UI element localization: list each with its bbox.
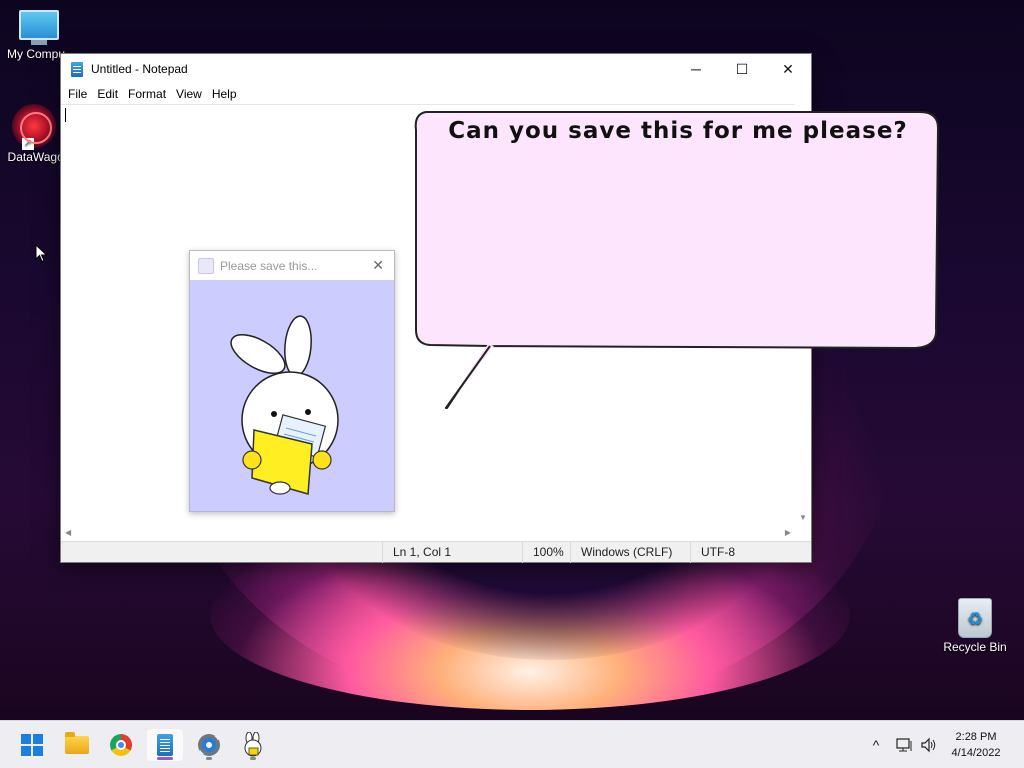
running-indicator [250,757,256,760]
monitor-stand [31,40,47,45]
menu-edit[interactable]: Edit [92,87,123,101]
taskbar: ^ 2:28 PM 4/14/2022 [0,720,1024,768]
close-button[interactable]: ✕ [765,54,811,84]
popup-title-bar[interactable]: Please save this... ✕ [190,251,394,280]
shortcut-arrow-icon: ↗ [22,138,34,150]
mouse-cursor-icon [35,244,48,263]
system-tray: ^ [866,721,938,768]
datawagon-icon: ↗ [12,104,56,150]
scroll-left-icon[interactable]: ◀ [65,528,71,537]
start-button[interactable] [14,729,50,761]
speech-bubble-text: Can you save this for me please? [448,118,908,144]
desktop-icon-recycle-bin[interactable]: ♻ Recycle Bin [935,598,1015,654]
minimize-button[interactable]: ─ [673,54,719,84]
text-caret [65,108,66,122]
taskbar-clock[interactable]: 2:28 PM 4/14/2022 [940,729,1012,761]
file-explorer-icon [65,732,89,754]
popup-body [190,280,394,511]
menu-format[interactable]: Format [123,87,171,101]
active-indicator [157,757,173,760]
settings-icon [198,734,220,756]
taskbar-file-explorer[interactable] [59,729,95,761]
taskbar-bunny-app[interactable] [235,729,271,761]
running-indicator [206,757,212,760]
notepad-icon [157,734,173,756]
maximize-button[interactable]: ☐ [719,54,765,84]
notepad-app-icon [71,61,83,77]
status-bar: Ln 1, Col 1 100% Windows (CRLF) UTF-8 [61,541,811,563]
chrome-icon [110,734,132,756]
volume-icon[interactable] [920,737,938,753]
clock-date: 4/14/2022 [951,747,1001,759]
popup-window[interactable]: Please save this... ✕ [189,250,395,512]
scroll-down-icon[interactable]: ▼ [799,513,807,522]
bunny-app-small-icon [198,257,214,274]
window-title: Untitled - Notepad [91,62,188,76]
desktop-icon-label: Recycle Bin [943,640,1007,654]
taskbar-notepad[interactable] [147,729,183,761]
speech-bubble-shape [414,111,939,409]
speech-bubble: Can you save this for me please? [412,108,944,413]
status-line-endings: Windows (CRLF) [570,542,694,563]
menu-help[interactable]: Help [207,87,242,101]
clock-time: 2:28 PM [955,731,997,743]
menu-file[interactable]: File [63,87,92,101]
windows-logo-icon [21,734,43,756]
bunny-app-icon [244,732,262,757]
recycle-bin-icon: ♻ [958,598,992,638]
status-cursor-position: Ln 1, Col 1 [382,542,522,563]
show-hidden-icons-chevron-icon[interactable]: ^ [866,737,886,753]
bunny-holding-folder-illustration [230,315,339,495]
network-icon[interactable] [896,737,914,753]
menu-view[interactable]: View [171,87,207,101]
status-encoding: UTF-8 [690,542,790,563]
taskbar-settings[interactable] [191,729,227,761]
monitor-icon [19,10,59,40]
popup-title: Please save this... [220,258,318,273]
taskbar-chrome[interactable] [103,729,139,761]
title-bar[interactable]: Untitled - Notepad ─ ☐ ✕ [61,54,811,84]
menu-bar: File Edit Format View Help [61,84,811,104]
scroll-right-icon[interactable]: ▶ [785,528,791,537]
popup-close-button[interactable]: ✕ [372,257,384,274]
horizontal-scrollbar[interactable]: ◀ ▶ [61,526,797,542]
